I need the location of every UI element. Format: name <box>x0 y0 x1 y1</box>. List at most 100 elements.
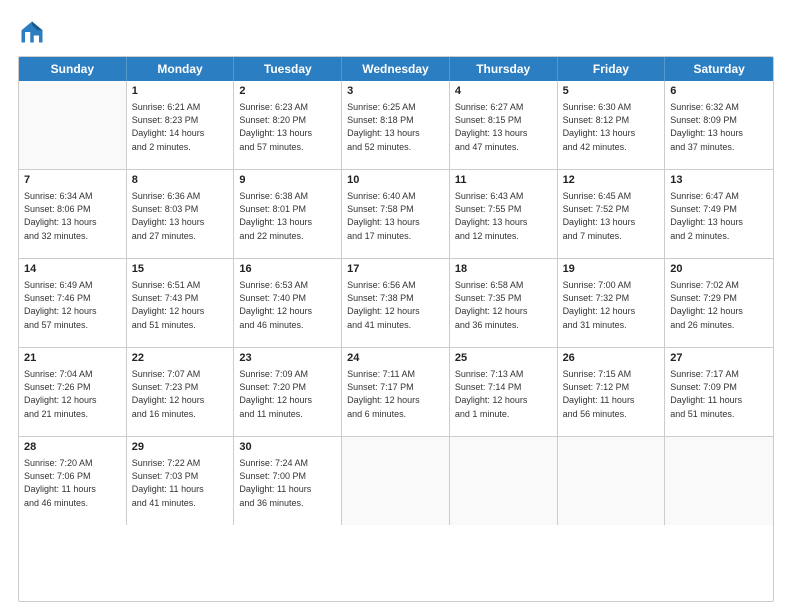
cell-content: Sunrise: 6:32 AM Sunset: 8:09 PM Dayligh… <box>670 101 768 153</box>
calendar-cell: 25 Sunrise: 7:13 AM Sunset: 7:14 PM Dayli… <box>450 348 558 436</box>
calendar-cell <box>450 437 558 525</box>
calendar-cell: 27Sunrise: 7:17 AM Sunset: 7:09 PM Dayli… <box>665 348 773 436</box>
cell-content: Sunrise: 6:58 AM Sunset: 7:35 PM Dayligh… <box>455 279 552 331</box>
cell-day-number: 25 <box>455 351 552 366</box>
cell-content: Sunrise: 7:11 AM Sunset: 7:17 PM Dayligh… <box>347 368 444 420</box>
calendar-cell: 23 Sunrise: 7:09 AM Sunset: 7:20 PM Dayli… <box>234 348 342 436</box>
calendar-row: 28Sunrise: 7:20 AM Sunset: 7:06 PM Dayli… <box>19 437 773 525</box>
cell-content: Sunrise: 7:09 AM Sunset: 7:20 PM Dayligh… <box>239 368 336 420</box>
calendar-cell <box>342 437 450 525</box>
cell-day-number: 16 <box>239 262 336 277</box>
calendar-cell: 12 Sunrise: 6:45 AM Sunset: 7:52 PM Dayli… <box>558 170 666 258</box>
cell-content: Sunrise: 6:43 AM Sunset: 7:55 PM Dayligh… <box>455 190 552 242</box>
cell-content: Sunrise: 6:30 AM Sunset: 8:12 PM Dayligh… <box>563 101 660 153</box>
cell-content: Sunrise: 6:40 AM Sunset: 7:58 PM Dayligh… <box>347 190 444 242</box>
cell-content: Sunrise: 6:51 AM Sunset: 7:43 PM Dayligh… <box>132 279 229 331</box>
cell-content: Sunrise: 6:36 AM Sunset: 8:03 PM Dayligh… <box>132 190 229 242</box>
calendar-cell: 22 Sunrise: 7:07 AM Sunset: 7:23 PM Dayli… <box>127 348 235 436</box>
cell-content: Sunrise: 7:13 AM Sunset: 7:14 PM Dayligh… <box>455 368 552 420</box>
calendar-cell: 28Sunrise: 7:20 AM Sunset: 7:06 PM Dayli… <box>19 437 127 525</box>
cell-day-number: 14 <box>24 262 121 277</box>
calendar-cell <box>19 81 127 169</box>
header-day: Tuesday <box>234 57 342 81</box>
header-day: Monday <box>127 57 235 81</box>
cell-content: Sunrise: 6:23 AM Sunset: 8:20 PM Dayligh… <box>239 101 336 153</box>
calendar-cell: 17 Sunrise: 6:56 AM Sunset: 7:38 PM Dayli… <box>342 259 450 347</box>
calendar-cell: 6 Sunrise: 6:32 AM Sunset: 8:09 PM Daylig… <box>665 81 773 169</box>
calendar-cell <box>558 437 666 525</box>
cell-content: Sunrise: 6:34 AM Sunset: 8:06 PM Dayligh… <box>24 190 121 242</box>
cell-content: Sunrise: 6:53 AM Sunset: 7:40 PM Dayligh… <box>239 279 336 331</box>
cell-day-number: 29 <box>132 440 229 455</box>
calendar-cell: 2 Sunrise: 6:23 AM Sunset: 8:20 PM Daylig… <box>234 81 342 169</box>
cell-content: Sunrise: 6:49 AM Sunset: 7:46 PM Dayligh… <box>24 279 121 331</box>
calendar-cell: 1Sunrise: 6:21 AM Sunset: 8:23 PM Daylig… <box>127 81 235 169</box>
cell-day-number: 15 <box>132 262 229 277</box>
cell-day-number: 11 <box>455 173 552 188</box>
calendar-row: 1Sunrise: 6:21 AM Sunset: 8:23 PM Daylig… <box>19 81 773 170</box>
cell-day-number: 5 <box>563 84 660 99</box>
calendar-body: 1Sunrise: 6:21 AM Sunset: 8:23 PM Daylig… <box>19 81 773 525</box>
calendar-header: SundayMondayTuesdayWednesdayThursdayFrid… <box>19 57 773 81</box>
cell-day-number: 20 <box>670 262 768 277</box>
cell-content: Sunrise: 6:45 AM Sunset: 7:52 PM Dayligh… <box>563 190 660 242</box>
calendar-cell: 15 Sunrise: 6:51 AM Sunset: 7:43 PM Dayli… <box>127 259 235 347</box>
cell-day-number: 2 <box>239 84 336 99</box>
header-day: Saturday <box>665 57 773 81</box>
calendar: SundayMondayTuesdayWednesdayThursdayFrid… <box>18 56 774 602</box>
calendar-row: 14 Sunrise: 6:49 AM Sunset: 7:46 PM Dayli… <box>19 259 773 348</box>
logo <box>18 18 50 46</box>
cell-content: Sunrise: 6:38 AM Sunset: 8:01 PM Dayligh… <box>239 190 336 242</box>
cell-day-number: 13 <box>670 173 768 188</box>
cell-day-number: 22 <box>132 351 229 366</box>
calendar-cell: 16 Sunrise: 6:53 AM Sunset: 7:40 PM Dayli… <box>234 259 342 347</box>
cell-day-number: 30 <box>239 440 336 455</box>
header-day: Wednesday <box>342 57 450 81</box>
calendar-cell: 5 Sunrise: 6:30 AM Sunset: 8:12 PM Daylig… <box>558 81 666 169</box>
calendar-cell: 14 Sunrise: 6:49 AM Sunset: 7:46 PM Dayli… <box>19 259 127 347</box>
cell-day-number: 10 <box>347 173 444 188</box>
calendar-cell: 20Sunrise: 7:02 AM Sunset: 7:29 PM Dayli… <box>665 259 773 347</box>
calendar-cell: 21Sunrise: 7:04 AM Sunset: 7:26 PM Dayli… <box>19 348 127 436</box>
calendar-cell: 29 Sunrise: 7:22 AM Sunset: 7:03 PM Dayli… <box>127 437 235 525</box>
calendar-row: 7 Sunrise: 6:34 AM Sunset: 8:06 PM Daylig… <box>19 170 773 259</box>
cell-content: Sunrise: 7:22 AM Sunset: 7:03 PM Dayligh… <box>132 457 229 509</box>
cell-day-number: 7 <box>24 173 121 188</box>
cell-day-number: 26 <box>563 351 660 366</box>
cell-day-number: 9 <box>239 173 336 188</box>
cell-content: Sunrise: 6:47 AM Sunset: 7:49 PM Dayligh… <box>670 190 768 242</box>
cell-content: Sunrise: 7:04 AM Sunset: 7:26 PM Dayligh… <box>24 368 121 420</box>
cell-day-number: 1 <box>132 84 229 99</box>
cell-content: Sunrise: 7:15 AM Sunset: 7:12 PM Dayligh… <box>563 368 660 420</box>
calendar-cell: 24Sunrise: 7:11 AM Sunset: 7:17 PM Dayli… <box>342 348 450 436</box>
cell-day-number: 23 <box>239 351 336 366</box>
cell-day-number: 12 <box>563 173 660 188</box>
cell-content: Sunrise: 7:24 AM Sunset: 7:00 PM Dayligh… <box>239 457 336 509</box>
logo-icon <box>18 18 46 46</box>
calendar-cell: 19 Sunrise: 7:00 AM Sunset: 7:32 PM Dayli… <box>558 259 666 347</box>
calendar-cell: 11 Sunrise: 6:43 AM Sunset: 7:55 PM Dayli… <box>450 170 558 258</box>
calendar-cell: 9 Sunrise: 6:38 AM Sunset: 8:01 PM Daylig… <box>234 170 342 258</box>
cell-day-number: 8 <box>132 173 229 188</box>
cell-day-number: 18 <box>455 262 552 277</box>
cell-content: Sunrise: 6:27 AM Sunset: 8:15 PM Dayligh… <box>455 101 552 153</box>
page: SundayMondayTuesdayWednesdayThursdayFrid… <box>0 0 792 612</box>
calendar-cell <box>665 437 773 525</box>
cell-day-number: 4 <box>455 84 552 99</box>
calendar-cell: 18 Sunrise: 6:58 AM Sunset: 7:35 PM Dayli… <box>450 259 558 347</box>
calendar-cell: 30 Sunrise: 7:24 AM Sunset: 7:00 PM Dayli… <box>234 437 342 525</box>
calendar-cell: 13 Sunrise: 6:47 AM Sunset: 7:49 PM Dayli… <box>665 170 773 258</box>
calendar-cell: 7 Sunrise: 6:34 AM Sunset: 8:06 PM Daylig… <box>19 170 127 258</box>
cell-content: Sunrise: 6:56 AM Sunset: 7:38 PM Dayligh… <box>347 279 444 331</box>
header-day: Sunday <box>19 57 127 81</box>
cell-content: Sunrise: 7:07 AM Sunset: 7:23 PM Dayligh… <box>132 368 229 420</box>
cell-day-number: 17 <box>347 262 444 277</box>
cell-day-number: 19 <box>563 262 660 277</box>
header-day: Thursday <box>450 57 558 81</box>
cell-content: Sunrise: 6:25 AM Sunset: 8:18 PM Dayligh… <box>347 101 444 153</box>
cell-content: Sunrise: 7:00 AM Sunset: 7:32 PM Dayligh… <box>563 279 660 331</box>
calendar-cell: 26 Sunrise: 7:15 AM Sunset: 7:12 PM Dayli… <box>558 348 666 436</box>
header-day: Friday <box>558 57 666 81</box>
cell-day-number: 6 <box>670 84 768 99</box>
calendar-cell: 8 Sunrise: 6:36 AM Sunset: 8:03 PM Daylig… <box>127 170 235 258</box>
